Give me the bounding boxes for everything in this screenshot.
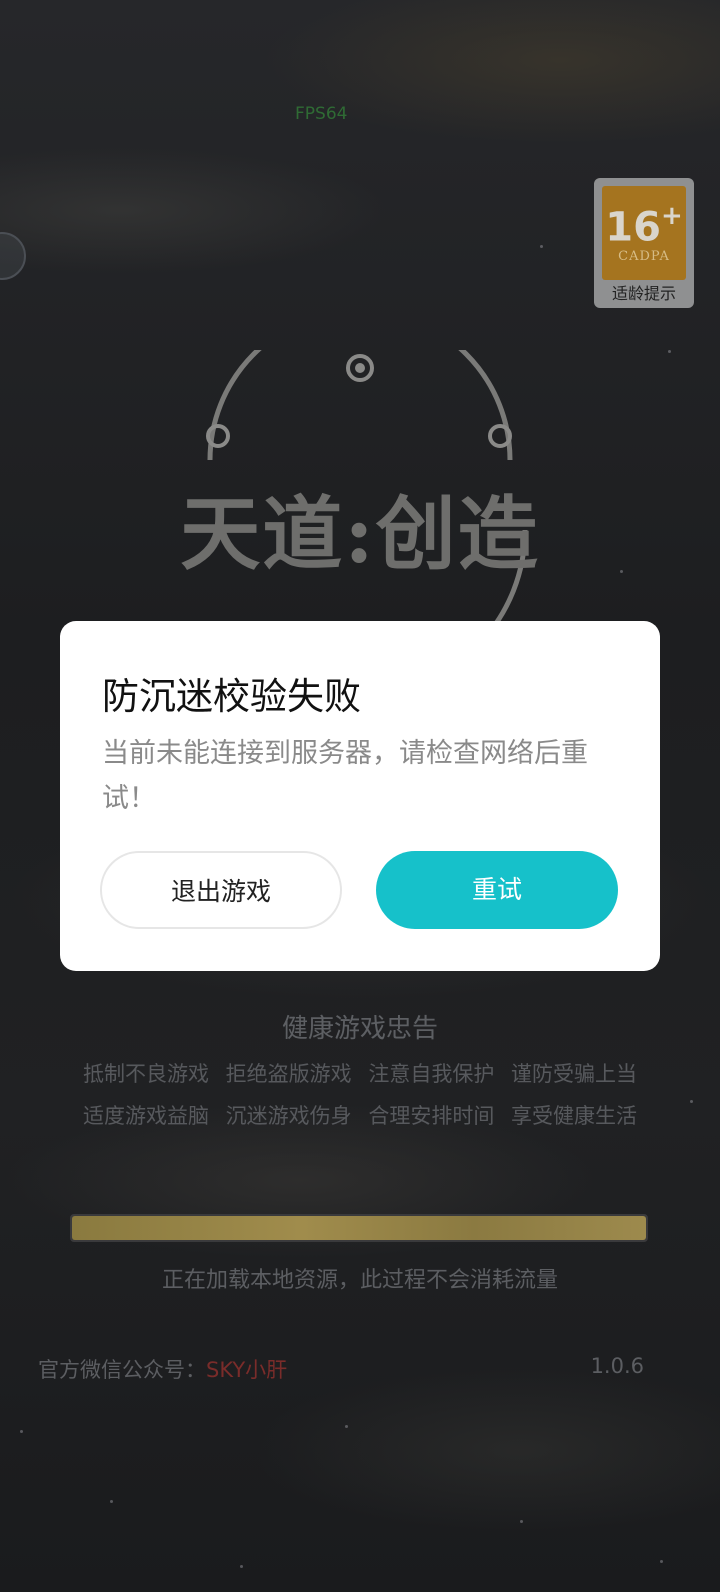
- retry-button[interactable]: 重试: [376, 851, 618, 929]
- loading-status-text: 正在加载本地资源，此过程不会消耗流量: [161, 1268, 558, 1293]
- wechat-account-info: 官方微信公众号：SKY小肝: [38, 1354, 287, 1384]
- health-advice-line: 适度游戏益脑 沉迷游戏伤身 合理安排时间 享受健康生活: [82, 1104, 638, 1128]
- loading-progress-bar: [70, 1214, 648, 1242]
- exit-game-button[interactable]: 退出游戏: [100, 851, 342, 929]
- dialog-title: 防沉迷校验失败: [102, 675, 361, 718]
- wechat-label: 官方微信公众号：: [38, 1358, 206, 1382]
- dialog-message: 当前未能连接到服务器，请检查网络后重试！: [102, 738, 588, 814]
- version-label: 1.0.6: [590, 1354, 644, 1378]
- anti-addiction-dialog: 防沉迷校验失败 当前未能连接到服务器，请检查网络后重试！ 退出游戏 重试: [60, 621, 660, 971]
- health-advice-title: 健康游戏忠告: [281, 1014, 438, 1044]
- health-advice-line: 抵制不良游戏 拒绝盗版游戏 注意自我保护 谨防受骗上当: [82, 1062, 638, 1086]
- wechat-account-name: SKY小肝: [206, 1358, 288, 1382]
- loading-progress-fill: [72, 1216, 646, 1240]
